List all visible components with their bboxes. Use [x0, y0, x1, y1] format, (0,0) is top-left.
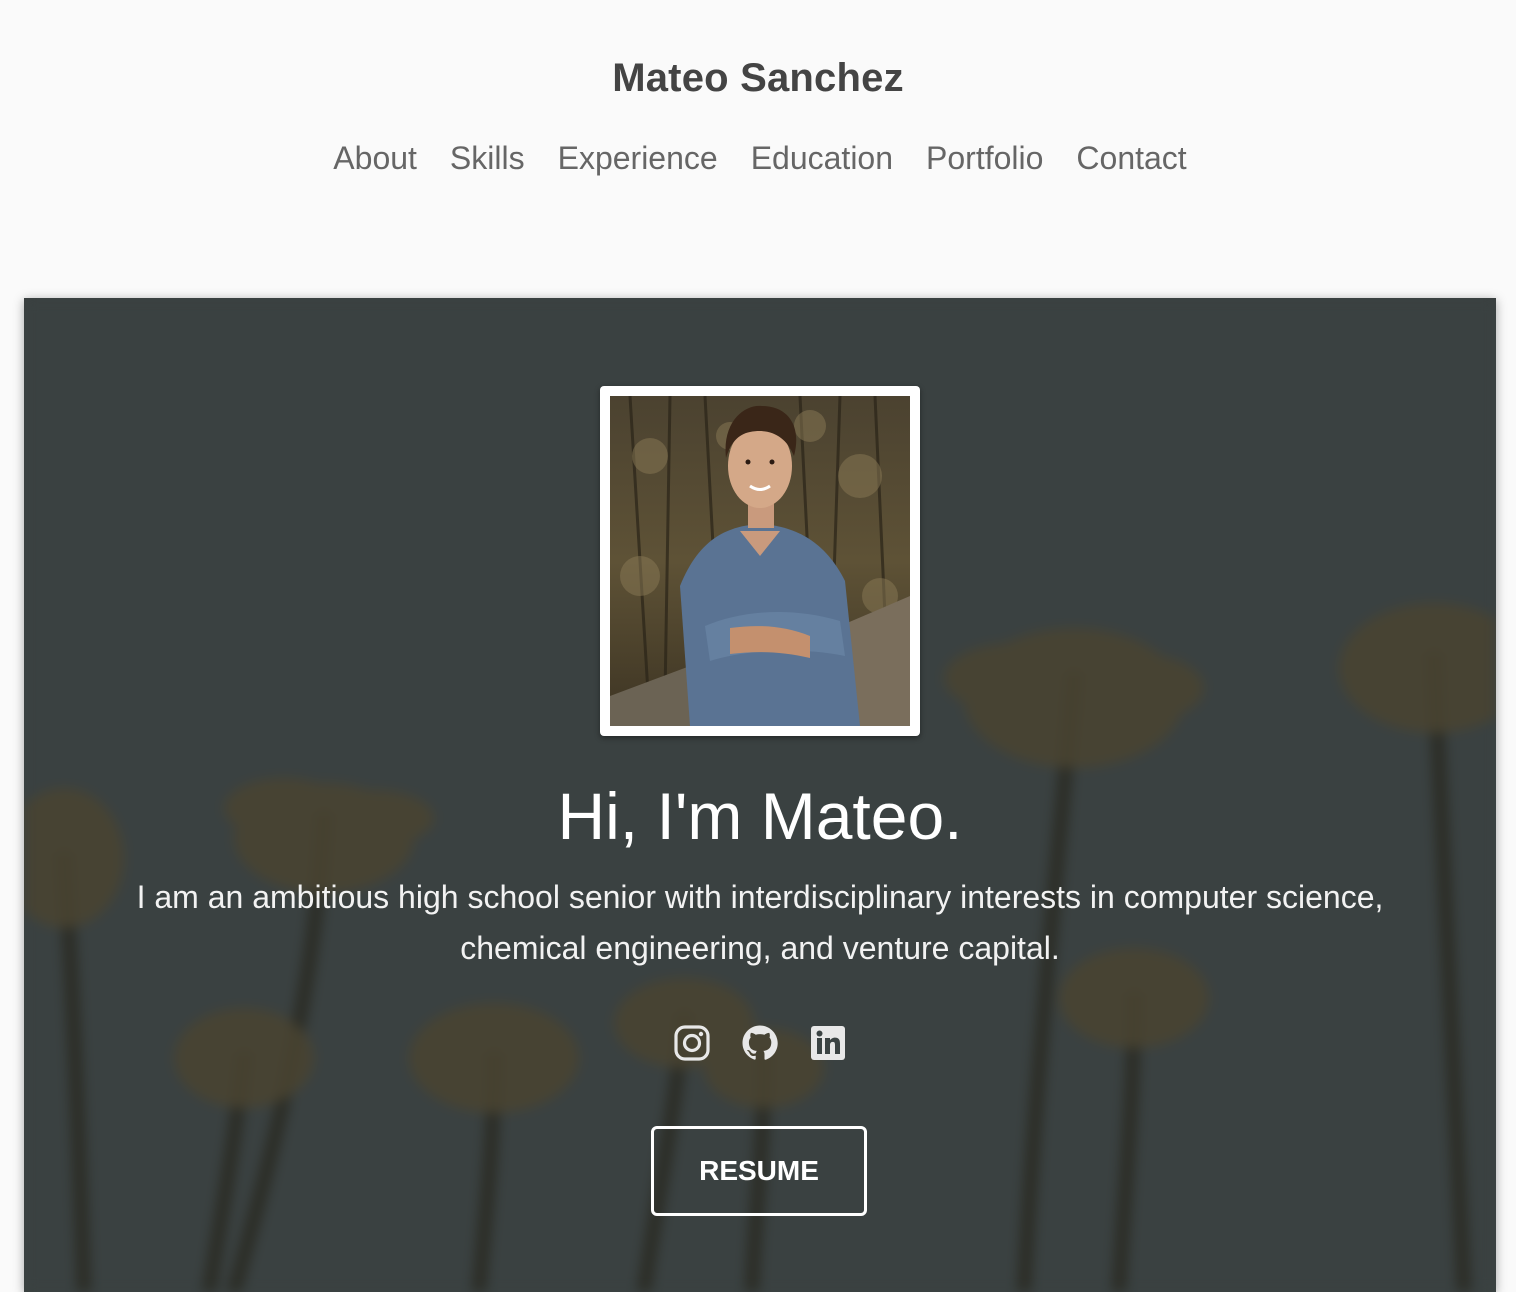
hero-section: Hi, I'm Mateo. I am an ambitious high sc…	[24, 298, 1496, 1292]
resume-button[interactable]: RESUME	[651, 1126, 867, 1216]
github-icon[interactable]	[741, 1024, 779, 1062]
profile-photo	[610, 396, 910, 726]
site-title[interactable]: Mateo Sanchez	[0, 56, 1516, 101]
nav-experience[interactable]: Experience	[558, 140, 718, 177]
social-links	[24, 1024, 1496, 1062]
site-header: Mateo Sanchez About Skills Experience Ed…	[0, 0, 1516, 298]
nav-about[interactable]: About	[333, 140, 417, 177]
nav-skills[interactable]: Skills	[450, 140, 525, 177]
hero-description: I am an ambitious high school senior wit…	[136, 879, 1384, 966]
nav-portfolio[interactable]: Portfolio	[926, 140, 1043, 177]
instagram-icon[interactable]	[673, 1024, 711, 1062]
nav-education[interactable]: Education	[751, 140, 893, 177]
portrait-frame	[600, 386, 920, 736]
hero-heading: Hi, I'm Mateo.	[557, 779, 963, 853]
nav-contact[interactable]: Contact	[1076, 140, 1186, 177]
linkedin-icon[interactable]	[809, 1024, 847, 1062]
main-nav: About Skills Experience Education Portfo…	[0, 140, 1516, 177]
